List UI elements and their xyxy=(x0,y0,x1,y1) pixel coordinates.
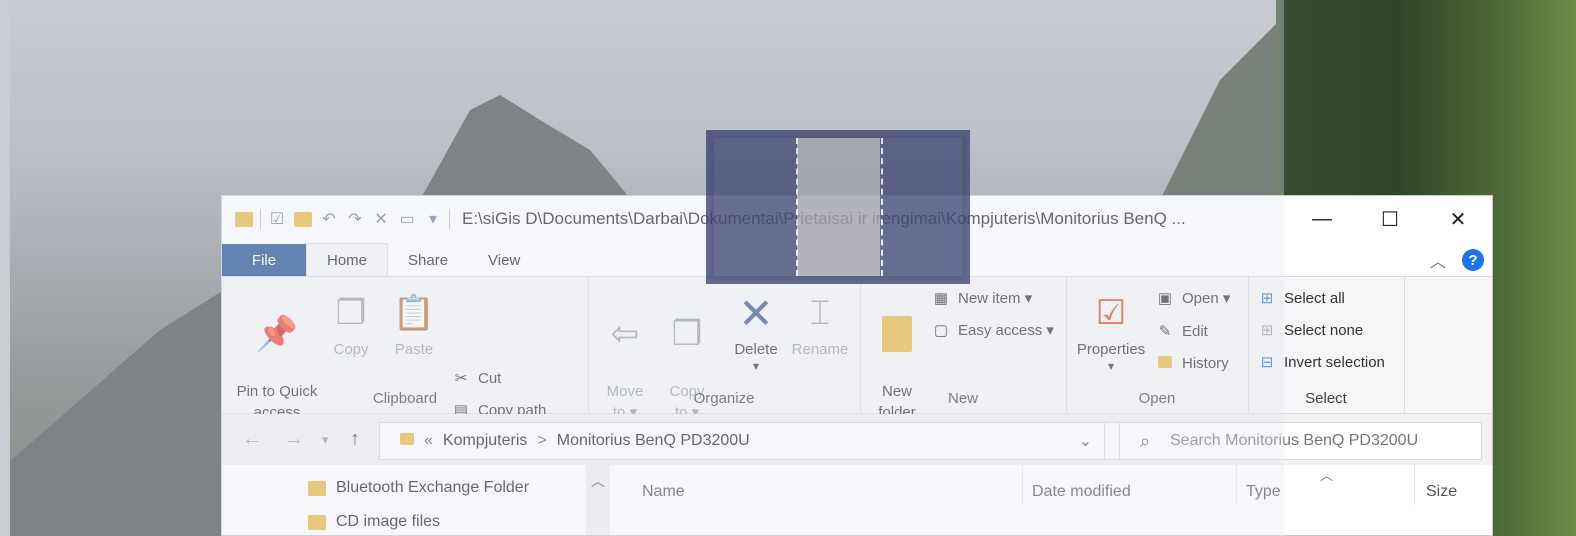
select-all-label: Select all xyxy=(1284,289,1345,307)
window-controls: — ☐ ✕ xyxy=(1288,196,1492,242)
invert-selection-label: Invert selection xyxy=(1284,353,1385,371)
sort-chevron-icon: ︿ xyxy=(1320,468,1334,483)
snap-zone-left[interactable] xyxy=(714,138,796,276)
snap-zone-right[interactable] xyxy=(880,138,962,276)
snap-zone-center[interactable] xyxy=(797,138,883,276)
snap-layout-preview[interactable] xyxy=(706,130,970,284)
ribbon-right-controls: ︿ ? xyxy=(1430,248,1484,272)
column-size[interactable]: Size xyxy=(1426,483,1457,501)
collapse-ribbon-icon[interactable]: ︿ xyxy=(1430,248,1446,272)
snap-divider-left xyxy=(796,138,798,276)
select-none-label: Select none xyxy=(1284,321,1364,339)
close-button[interactable]: ✕ xyxy=(1424,196,1492,242)
help-icon[interactable]: ? xyxy=(1462,249,1484,271)
snap-assist-dim-overlay xyxy=(10,0,1284,536)
snap-divider-right xyxy=(881,138,883,276)
maximize-button[interactable]: ☐ xyxy=(1356,196,1424,242)
screen-edge xyxy=(0,0,10,536)
minimize-button[interactable]: — xyxy=(1288,196,1356,242)
column-separator[interactable] xyxy=(1414,465,1415,505)
